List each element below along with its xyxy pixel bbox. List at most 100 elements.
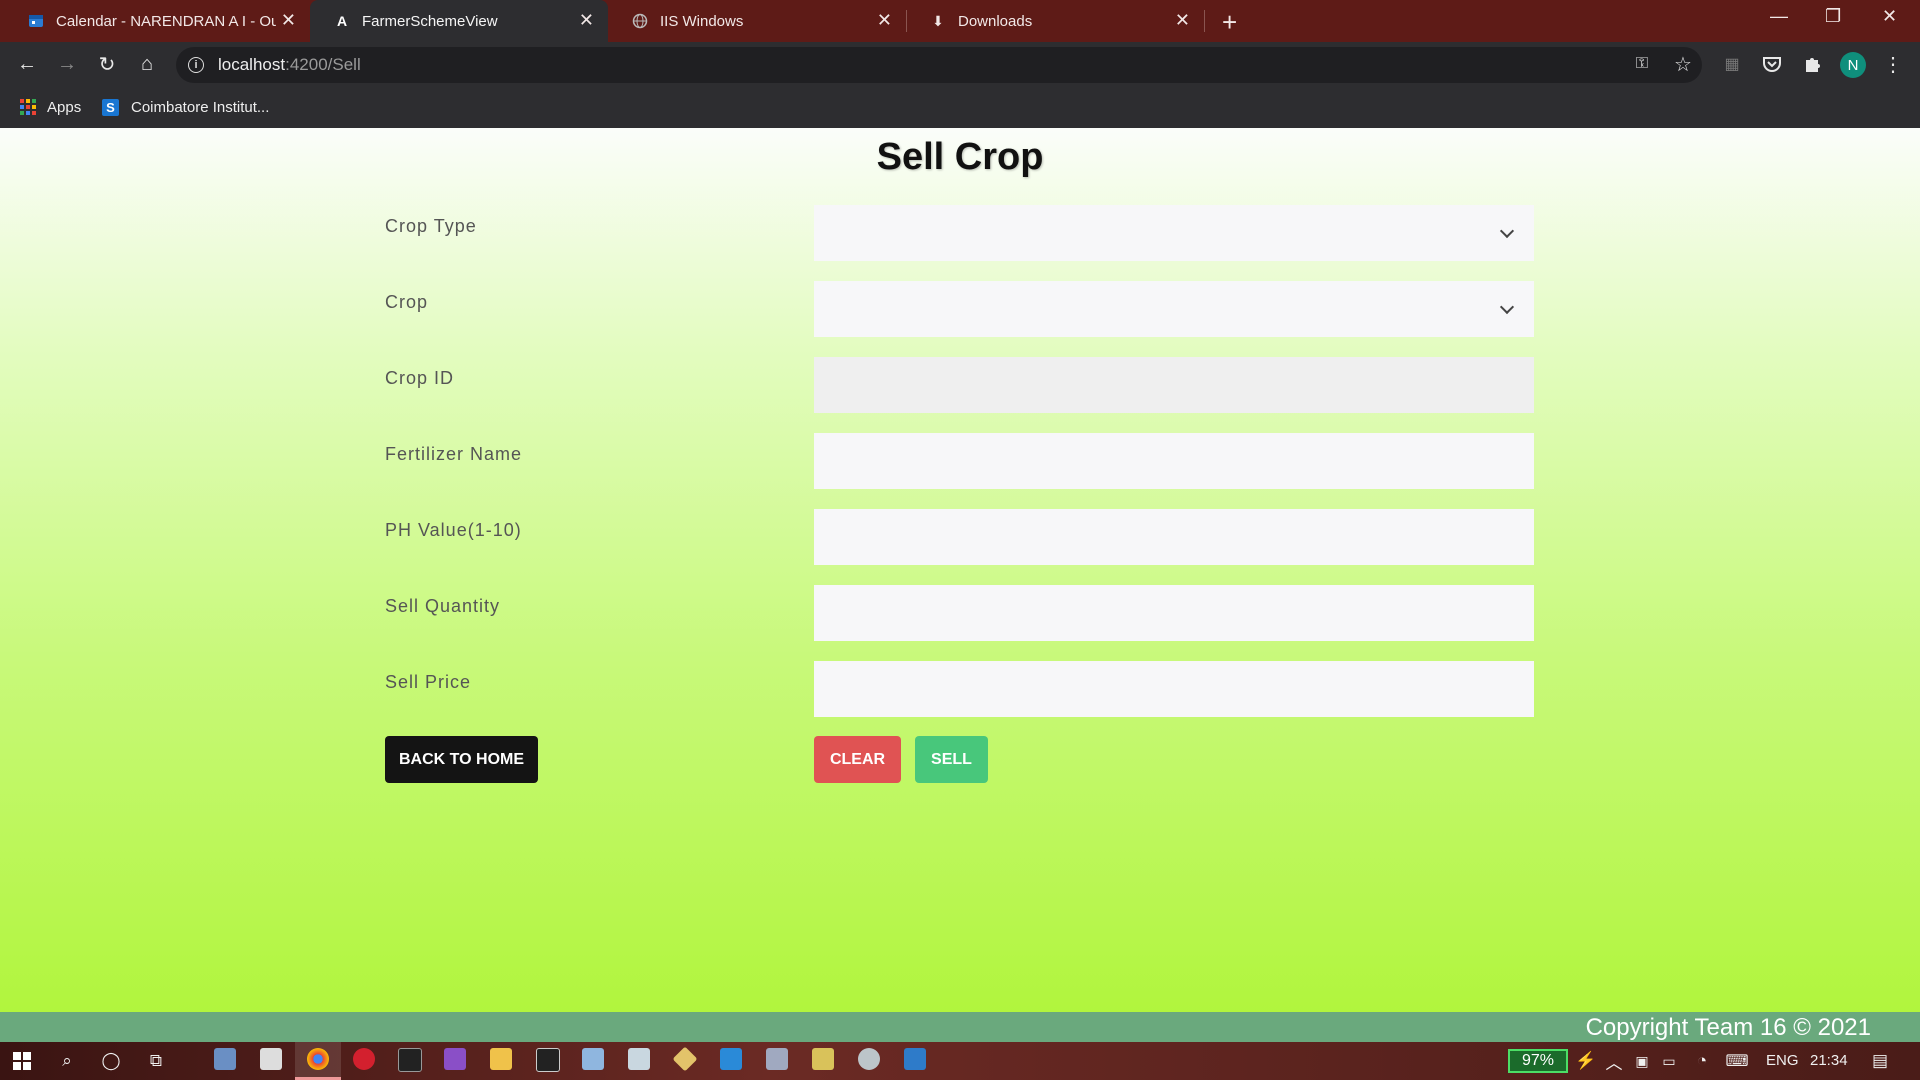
browser-toolbar: ← → ↻ ⌂ i localhost:4200/Sell ⚿ ☆ ▦ N ⋮ <box>0 42 1920 87</box>
url-text: localhost:4200/Sell <box>218 55 361 75</box>
page-footer: Copyright Team 16 © 2021 <box>0 1012 1920 1042</box>
ph-value-field[interactable] <box>814 509 1534 565</box>
camera-app-icon[interactable] <box>214 1048 236 1070</box>
clock-time[interactable]: 21:34 <box>1810 1052 1848 1069</box>
file-explorer-app-icon[interactable] <box>490 1048 512 1070</box>
copyright-text: Copyright Team 16 © 2021 <box>1585 1014 1871 1041</box>
fertilizer-name-field[interactable] <box>814 433 1534 489</box>
tab-calendar[interactable]: Calendar - NARENDRAN A I - Ou ✕ <box>4 0 310 42</box>
globe-icon <box>632 13 648 29</box>
sell-price-field[interactable] <box>814 661 1534 717</box>
site-info-icon[interactable]: i <box>188 57 204 73</box>
terminal-app-icon[interactable] <box>398 1048 422 1072</box>
sell-button[interactable]: SELL <box>915 736 988 783</box>
bookmark-star-icon[interactable]: ☆ <box>1671 52 1695 76</box>
label-crop: Crop <box>385 292 429 312</box>
pocket-icon[interactable] <box>1760 52 1784 76</box>
device-icon[interactable]: ▣ <box>1630 1049 1654 1073</box>
keyboard-icon[interactable]: ⌨ <box>1725 1049 1749 1073</box>
close-icon[interactable]: ✕ <box>281 11 296 29</box>
label-fertilizer-name: Fertilizer Name <box>385 444 523 464</box>
close-icon[interactable]: ✕ <box>1175 11 1190 29</box>
menu-kebab-icon[interactable]: ⋮ <box>1881 52 1905 76</box>
app-icon[interactable] <box>858 1048 880 1070</box>
profile-avatar[interactable]: N <box>1840 52 1866 78</box>
bookmark-label: Coimbatore Institut... <box>131 98 270 116</box>
console-app-icon[interactable] <box>536 1048 560 1072</box>
chevron-up-icon[interactable]: ︿ <box>1602 1049 1626 1073</box>
tab-downloads[interactable]: ⬇ Downloads ✕ <box>906 0 1204 42</box>
bookmark-apps[interactable]: Apps <box>20 96 81 118</box>
puzzle-extensions-icon[interactable] <box>1800 52 1824 76</box>
tab-title: IIS Windows <box>660 12 744 30</box>
crop-id-field <box>814 357 1534 413</box>
opera-app-icon[interactable] <box>353 1048 375 1070</box>
task-view-icon[interactable]: ⧉ <box>144 1049 168 1073</box>
crop-type-select[interactable] <box>814 205 1534 261</box>
windows-start-icon[interactable] <box>10 1049 34 1073</box>
app-icon[interactable] <box>766 1048 788 1070</box>
extension-icon[interactable]: ▦ <box>1720 52 1744 76</box>
reload-icon[interactable]: ↻ <box>95 52 119 76</box>
git-app-icon[interactable] <box>672 1046 698 1072</box>
tab-iis-windows[interactable]: IIS Windows ✕ <box>608 0 906 42</box>
close-icon[interactable]: ✕ <box>579 11 594 29</box>
clear-button[interactable]: CLEAR <box>814 736 901 783</box>
security-app-icon[interactable] <box>260 1048 282 1070</box>
label-crop-type: Crop Type <box>385 216 477 236</box>
home-icon[interactable]: ⌂ <box>135 52 159 76</box>
tab-separator <box>1204 10 1205 32</box>
crop-select[interactable] <box>814 281 1534 337</box>
cortana-icon[interactable]: ◯ <box>99 1049 123 1073</box>
search-icon[interactable]: ⌕ <box>55 1049 79 1073</box>
label-ph-value: PH Value(1-10) <box>385 520 522 540</box>
back-to-home-button[interactable]: BACK TO HOME <box>385 736 538 783</box>
close-icon[interactable]: ✕ <box>877 11 892 29</box>
label-sell-price: Sell Price <box>385 672 472 692</box>
app-icon[interactable] <box>904 1048 926 1070</box>
tab-farmerschemeview[interactable]: A FarmerSchemeView ✕ <box>310 0 608 42</box>
address-bar[interactable]: i localhost:4200/Sell <box>176 47 1702 83</box>
tab-title: Downloads <box>958 12 1033 30</box>
sell-quantity-field[interactable] <box>814 585 1534 641</box>
minimize-icon[interactable]: — <box>1770 6 1788 27</box>
outlook-calendar-icon <box>28 13 44 29</box>
label-crop-id: Crop ID <box>385 368 455 388</box>
photos-app-icon[interactable] <box>628 1048 650 1070</box>
new-tab-icon[interactable]: + <box>1222 7 1237 38</box>
restore-icon[interactable]: ❐ <box>1825 6 1841 27</box>
windows-taskbar: ⌕ ◯ ⧉ 97% ⚡ ︿ ▣ ▭ ◔ ⌨ ENG 21:34 ▤ <box>0 1042 1920 1080</box>
url-host: localhost <box>218 55 286 74</box>
label-sell-quantity: Sell Quantity <box>385 596 501 616</box>
bookmarks-bar: Apps S Coimbatore Institut... <box>0 87 1920 128</box>
download-icon: ⬇ <box>932 12 944 29</box>
window-close-icon[interactable]: ✕ <box>1882 6 1897 27</box>
power-plug-icon: ⚡ <box>1575 1051 1597 1070</box>
url-path: :4200/Sell <box>285 55 361 74</box>
visual-studio-app-icon[interactable] <box>444 1048 466 1070</box>
battery-icon[interactable]: ▭ <box>1657 1049 1681 1073</box>
wifi-icon[interactable]: ◔ <box>1690 1049 1714 1073</box>
browser-tab-strip: Calendar - NARENDRAN A I - Ou ✕ A Farmer… <box>0 0 1920 42</box>
battery-status[interactable]: 97% <box>1508 1049 1568 1073</box>
bookmark-coimbatore[interactable]: S Coimbatore Institut... <box>102 96 269 118</box>
angular-icon: A <box>336 13 348 29</box>
bookmark-label: Apps <box>47 98 82 116</box>
forward-icon[interactable]: → <box>55 52 79 76</box>
chevron-down-icon <box>1499 223 1515 239</box>
tab-title: Calendar - NARENDRAN A I - Ou <box>56 12 276 30</box>
apps-grid-icon <box>20 99 36 115</box>
s-logo-icon: S <box>102 98 119 116</box>
notification-icon[interactable]: ▤ <box>1868 1049 1892 1073</box>
chrome-app-icon[interactable] <box>307 1048 329 1070</box>
vscode-app-icon[interactable] <box>720 1048 742 1070</box>
back-icon[interactable]: ← <box>15 52 39 76</box>
page-title: Sell Crop <box>876 136 1044 178</box>
page-content: Sell Crop Crop Type Crop Crop ID Fertili… <box>0 128 1920 1012</box>
tab-title: FarmerSchemeView <box>362 12 498 30</box>
language-indicator[interactable]: ENG <box>1766 1052 1799 1069</box>
key-icon[interactable]: ⚿ <box>1630 52 1654 76</box>
app-icon[interactable] <box>812 1048 834 1070</box>
app-icon[interactable] <box>582 1048 604 1070</box>
chevron-down-icon <box>1499 299 1515 315</box>
